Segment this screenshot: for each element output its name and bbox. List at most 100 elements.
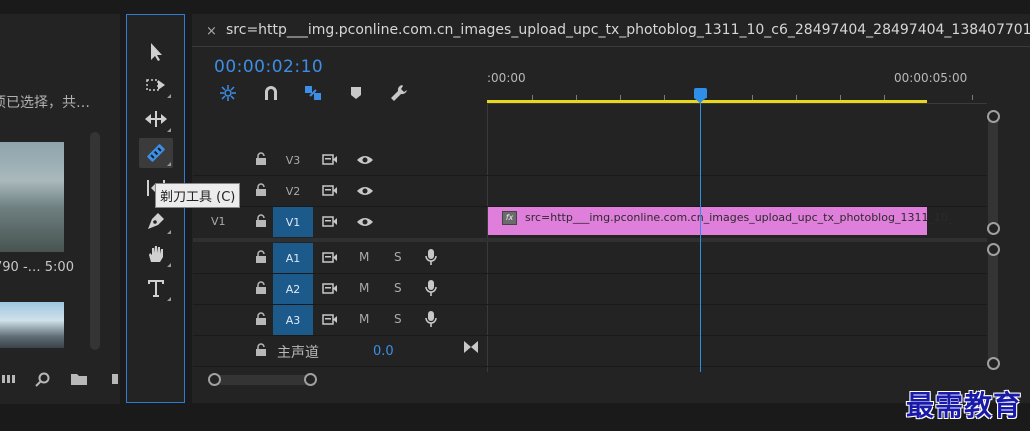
- list-view-icon[interactable]: [0, 372, 18, 390]
- track-target-a3[interactable]: A3: [273, 305, 313, 335]
- lock-icon[interactable]: [255, 250, 267, 264]
- new-item-icon[interactable]: [106, 372, 120, 390]
- ruler-end-time: 00:00:05:00: [894, 71, 968, 85]
- source-patch-v1[interactable]: V1: [211, 215, 226, 228]
- ruler-tick: [972, 95, 973, 100]
- media-meta: 790 -… 5:00: [0, 260, 74, 275]
- visibility-eye-icon[interactable]: [356, 185, 374, 197]
- mute-button[interactable]: M: [359, 312, 369, 326]
- solo-button[interactable]: S: [394, 312, 402, 326]
- sync-lock-icon[interactable]: [322, 314, 338, 325]
- solo-button[interactable]: S: [394, 250, 402, 264]
- sync-lock-icon[interactable]: [322, 252, 338, 263]
- tools-panel: [126, 14, 185, 403]
- sync-lock-icon[interactable]: [322, 216, 338, 227]
- lock-icon[interactable]: [255, 214, 267, 228]
- close-tab-icon[interactable]: ×: [206, 24, 217, 39]
- lock-icon[interactable]: [255, 281, 267, 295]
- track-target-a1[interactable]: A1: [273, 243, 313, 273]
- sequence-tab-title[interactable]: src=http___img.pconline.com.cn_images_up…: [226, 22, 1030, 38]
- track-v1: V1 V1: [193, 207, 487, 237]
- tab-divider: [192, 46, 1030, 47]
- submenu-corner-icon: [167, 128, 171, 132]
- track-a2: A2 M S: [193, 274, 487, 304]
- video-clip[interactable]: fx src=http___img.pconline.com.cn_images…: [488, 207, 953, 235]
- lock-icon[interactable]: [255, 312, 267, 326]
- sync-lock-icon[interactable]: [322, 154, 338, 165]
- watermark-logo: 最需教育: [906, 389, 1023, 422]
- mute-button[interactable]: M: [359, 281, 369, 295]
- master-volume-value[interactable]: 0.0: [373, 344, 394, 359]
- go-to-edit-icon[interactable]: [463, 340, 479, 354]
- add-marker-icon[interactable]: [346, 84, 366, 102]
- submenu-corner-icon: [167, 263, 171, 267]
- zoom-knob-right[interactable]: [304, 373, 317, 386]
- lock-icon[interactable]: [255, 343, 267, 357]
- razor-tool[interactable]: [139, 138, 173, 168]
- sync-lock-icon[interactable]: [322, 283, 338, 294]
- playhead-line[interactable]: [700, 96, 701, 372]
- media-thumbnail[interactable]: [0, 142, 64, 252]
- pen-tool-icon: [148, 213, 164, 229]
- media-thumbnail[interactable]: [0, 302, 64, 348]
- type-tool-icon: [148, 280, 164, 297]
- playhead-timecode[interactable]: 00:00:02:10: [214, 57, 323, 77]
- track-target-a2[interactable]: A2: [273, 274, 313, 304]
- voiceover-mic-icon[interactable]: [425, 248, 437, 266]
- track-target-v3[interactable]: V3: [273, 145, 313, 175]
- selection-tool-icon: [151, 43, 162, 61]
- visibility-eye-icon[interactable]: [356, 216, 374, 228]
- project-scrollbar[interactable]: [90, 132, 100, 350]
- search-icon[interactable]: [34, 372, 52, 390]
- hand-tool-icon: [149, 246, 163, 262]
- track-target-v1[interactable]: V1: [273, 207, 313, 237]
- tool-tooltip: 剃刀工具 (C): [155, 183, 241, 208]
- folder-icon[interactable]: [70, 372, 88, 390]
- ruler-start-time: :00:00: [487, 71, 526, 85]
- scroll-knob[interactable]: [987, 243, 1000, 256]
- audio-scrollbar[interactable]: [988, 246, 998, 368]
- selection-tool[interactable]: [139, 37, 173, 67]
- snap-magnet-icon[interactable]: [261, 84, 281, 102]
- solo-button[interactable]: S: [394, 281, 402, 295]
- video-audio-divider[interactable]: [193, 238, 987, 242]
- lock-icon[interactable]: [255, 152, 267, 166]
- master-track-label: 主声道: [277, 345, 319, 361]
- linked-selection-icon[interactable]: [303, 84, 323, 102]
- submenu-corner-icon: [167, 297, 171, 301]
- scroll-knob[interactable]: [987, 222, 1000, 235]
- voiceover-mic-icon[interactable]: [425, 310, 437, 328]
- track-target-v2[interactable]: V2: [273, 176, 313, 206]
- razor-tool-icon: [147, 144, 165, 162]
- selection-hint: 项已选择，共…: [0, 95, 90, 111]
- video-scrollbar[interactable]: [988, 112, 998, 234]
- fx-badge-icon[interactable]: fx: [502, 211, 517, 225]
- ripple-edit-icon: [145, 111, 167, 127]
- ripple-edit-tool[interactable]: [139, 104, 173, 134]
- nest-sequence-icon[interactable]: [218, 84, 238, 102]
- project-panel: 项已选择，共… 790 -… 5:00: [0, 14, 120, 404]
- submenu-corner-icon: [167, 230, 171, 234]
- submenu-corner-icon: [167, 162, 171, 166]
- track-separator: [193, 366, 987, 367]
- clip-name: src=http___img.pconline.com.cn_images_up…: [525, 211, 954, 224]
- pen-tool[interactable]: [139, 206, 173, 236]
- hand-tool[interactable]: [139, 239, 173, 269]
- zoom-knob-left[interactable]: [208, 373, 221, 386]
- voiceover-mic-icon[interactable]: [425, 279, 437, 297]
- type-tool[interactable]: [139, 273, 173, 303]
- zoom-scrollbar[interactable]: [215, 375, 315, 385]
- submenu-corner-icon: [167, 94, 171, 98]
- track-master: 主声道 0.0: [193, 336, 487, 366]
- wrench-settings-icon[interactable]: [389, 84, 409, 102]
- lock-icon[interactable]: [255, 183, 267, 197]
- scroll-knob[interactable]: [987, 110, 1000, 123]
- track-select-forward-icon: [146, 79, 165, 91]
- scroll-knob[interactable]: [987, 357, 1000, 370]
- track-v3: V3: [193, 145, 487, 175]
- visibility-eye-icon[interactable]: [356, 154, 374, 166]
- sync-lock-icon[interactable]: [322, 185, 338, 196]
- mute-button[interactable]: M: [359, 250, 369, 264]
- track-select-forward-tool[interactable]: [139, 70, 173, 100]
- project-bottom-toolbar: [0, 372, 120, 392]
